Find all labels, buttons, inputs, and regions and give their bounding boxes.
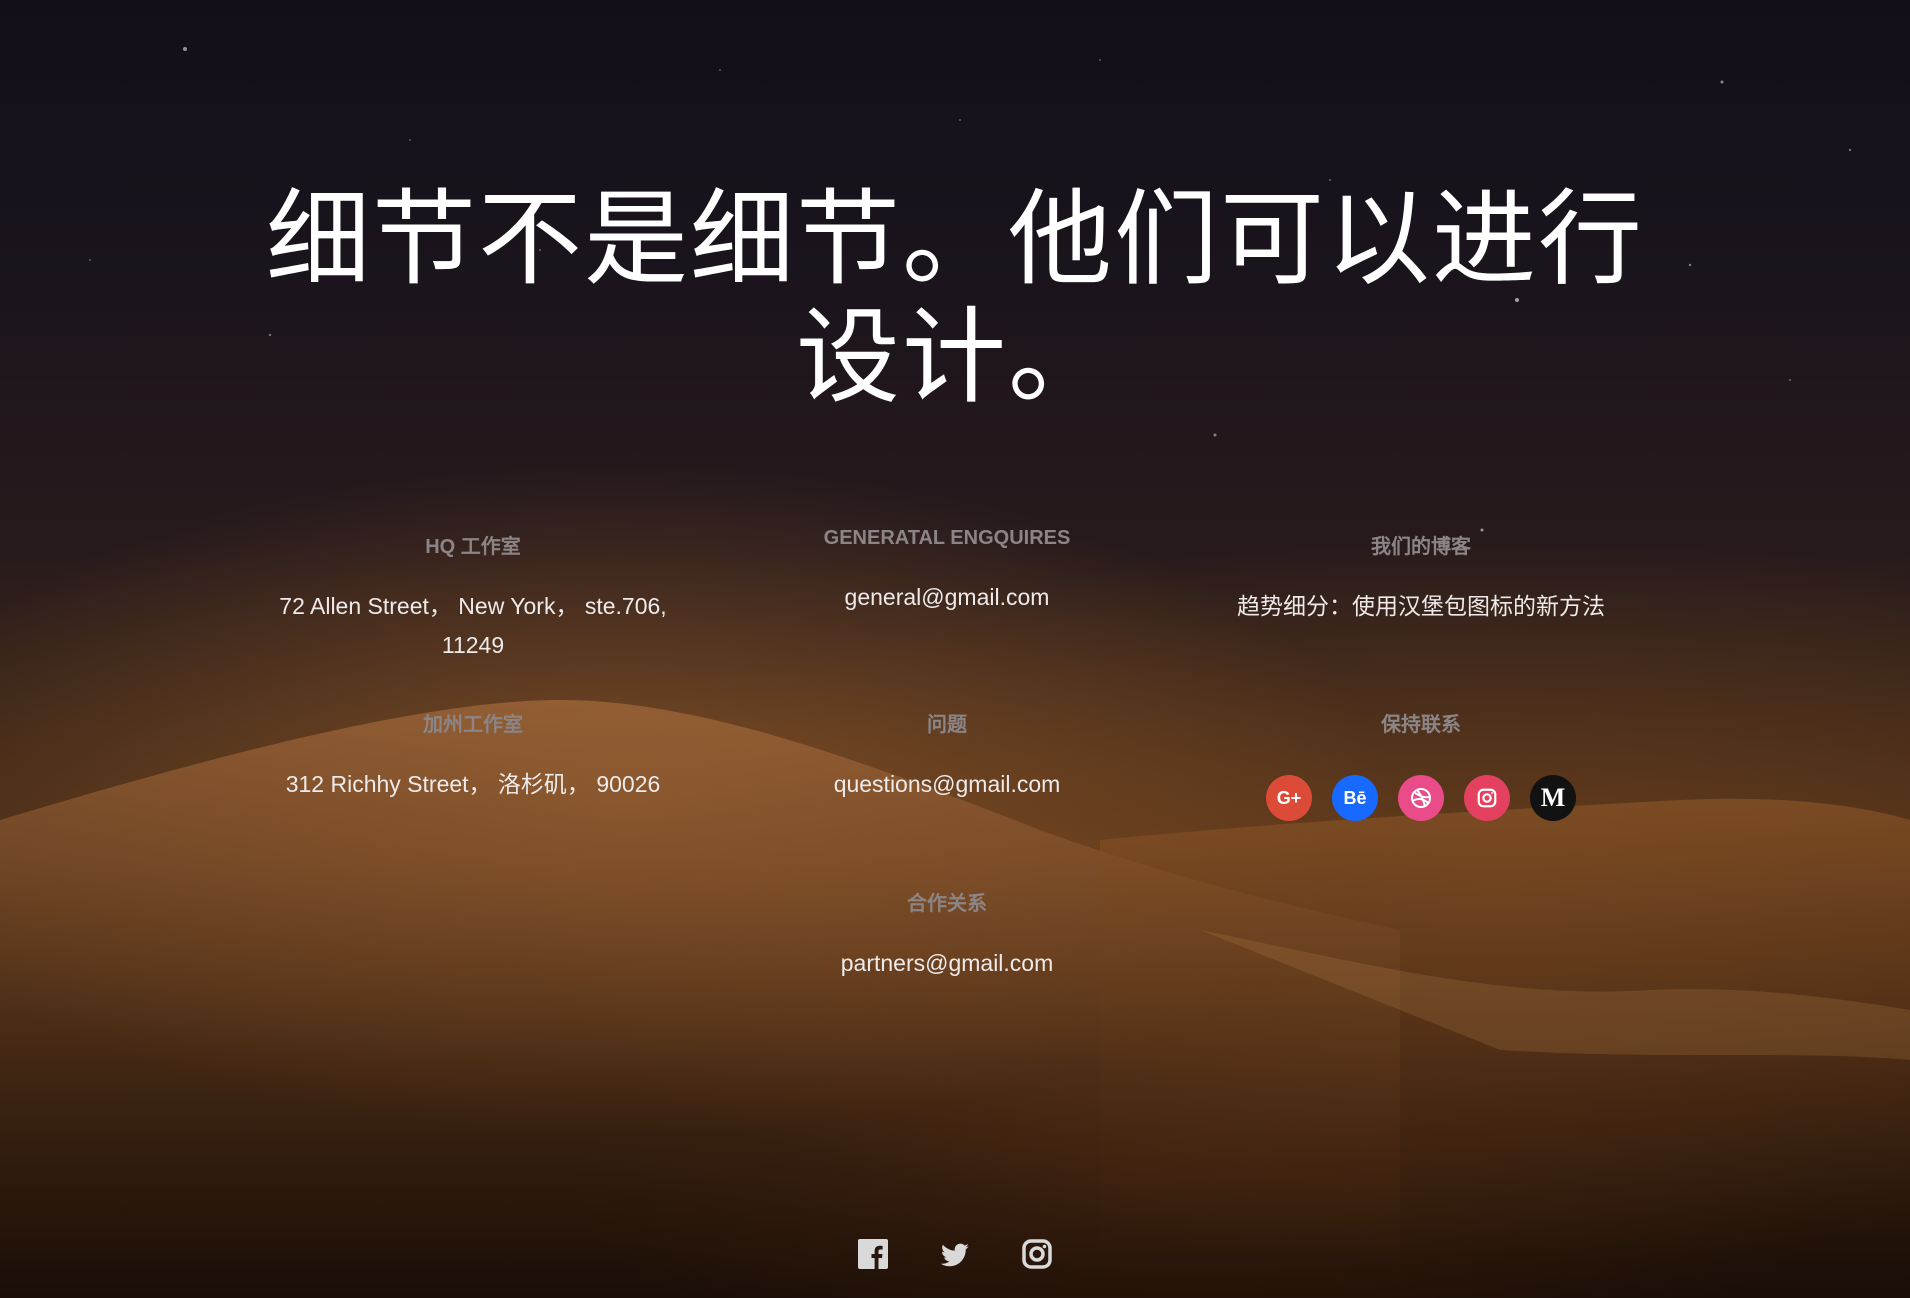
general-email-link[interactable]: general@gmail.com xyxy=(712,578,1182,617)
hq-studio-label: HQ 工作室 xyxy=(425,536,521,558)
hq-studio-block: HQ 工作室 72 Allen Street， New York， ste.70… xyxy=(238,530,708,665)
google-plus-icon[interactable]: G+ xyxy=(1266,775,1312,821)
partnerships-label: 合作关系 xyxy=(907,893,987,915)
partners-email-link[interactable]: partners@gmail.com xyxy=(712,944,1182,983)
hq-address-line2: 11249 xyxy=(441,632,505,658)
instagram-icon[interactable] xyxy=(1464,775,1510,821)
general-enquiries-label: GENERATAL ENGQUIRES xyxy=(823,527,1071,549)
medium-icon[interactable]: M xyxy=(1530,775,1576,821)
stay-in-touch-label: 保持联系 xyxy=(1381,714,1461,736)
hero-headline: 细节不是细节。他们可以进行 设计。 xyxy=(0,180,1910,416)
questions-email-link[interactable]: questions@gmail.com xyxy=(712,765,1182,804)
stay-in-touch-block: 保持联系 G+ Bē M xyxy=(1186,708,1656,821)
hero-headline-line2: 设计。 xyxy=(795,296,1114,418)
questions-label: 问题 xyxy=(927,714,967,736)
hero-headline-line1: 细节不是细节。他们可以进行 xyxy=(265,178,1644,300)
social-icons-row: G+ Bē M xyxy=(1186,775,1656,821)
hq-studio-address: 72 Allen Street， New York， ste.706, 1124… xyxy=(238,587,708,665)
instagram-footer-icon[interactable] xyxy=(1021,1238,1053,1270)
california-studio-block: 加州工作室 312 Richhy Street， 洛杉矶， 90026 xyxy=(238,708,708,804)
behance-icon[interactable]: Bē xyxy=(1332,775,1378,821)
dribbble-icon[interactable] xyxy=(1398,775,1444,821)
blog-label: 我们的博客 xyxy=(1371,536,1471,558)
twitter-icon[interactable] xyxy=(939,1238,971,1270)
blog-block: 我们的博客 趋势细分：使用汉堡包图标的新方法 xyxy=(1186,530,1656,626)
california-studio-label: 加州工作室 xyxy=(423,714,523,736)
hq-address-line1: 72 Allen Street， New York， ste.706, xyxy=(279,593,667,619)
questions-block: 问题 questions@gmail.com xyxy=(712,708,1182,804)
facebook-icon[interactable] xyxy=(857,1238,889,1270)
blog-post-link[interactable]: 趋势细分：使用汉堡包图标的新方法 xyxy=(1186,587,1656,626)
general-enquiries-block: GENERATAL ENGQUIRES general@gmail.com xyxy=(712,527,1182,617)
california-studio-address: 312 Richhy Street， 洛杉矶， 90026 xyxy=(285,771,661,797)
footer-social-icons xyxy=(0,1238,1910,1270)
partnerships-block: 合作关系 partners@gmail.com xyxy=(712,887,1182,983)
